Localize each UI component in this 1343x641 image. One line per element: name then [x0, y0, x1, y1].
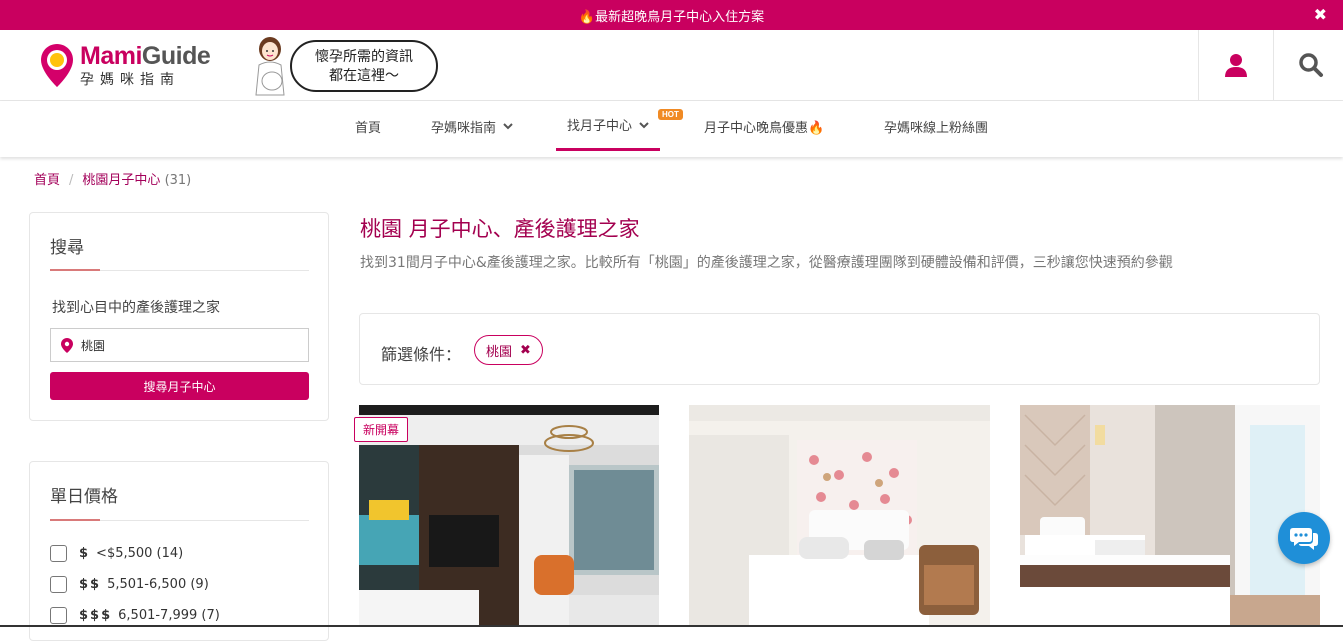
breadcrumb-home[interactable]: 首頁	[34, 173, 60, 188]
price-sign: $	[79, 546, 91, 561]
page-description: 找到31間月子中心&產後護理之家。比較所有「桃園」的產後護理之家，從醫療護理團隊…	[360, 255, 1173, 271]
user-account-button[interactable]	[1198, 30, 1273, 100]
nav-item-home[interactable]: 首頁	[355, 101, 381, 151]
filter-tag-label: 桃園	[486, 344, 513, 360]
breadcrumb: 首頁 / 桃園月子中心 (31)	[34, 169, 191, 188]
nav-item-label: 找月子中心	[567, 119, 633, 134]
breadcrumb-current[interactable]: 桃園月子中心	[82, 173, 160, 188]
price-label: 6,501-7,999 (7)	[118, 608, 220, 623]
bubble-line-1: 懷孕所需的資訊	[315, 49, 413, 65]
bubble-line-2: 都在這裡～	[329, 68, 399, 84]
map-pin-icon	[61, 337, 73, 353]
logo-brand-main: Mami	[80, 42, 142, 70]
price-label: <$5,500 (14)	[96, 546, 184, 561]
filter-box: 篩選條件： 桃園 ✖	[359, 313, 1320, 385]
close-icon[interactable]: ✖	[1314, 5, 1327, 24]
listing-card-2[interactable]	[689, 405, 990, 627]
nav-item-fan-club[interactable]: 孕媽咪線上粉絲團	[884, 101, 988, 151]
filter-label: 篩選條件：	[381, 345, 462, 364]
logo-subtitle: 孕媽咪指南	[80, 72, 180, 88]
nav-item-label: 首頁	[355, 120, 382, 136]
price-sign: $$$	[79, 608, 113, 623]
nav-item-early-bird[interactable]: 月子中心晚鳥優惠🔥	[704, 101, 824, 151]
price-sign: $$	[79, 577, 102, 592]
nav-item-label: 月子中心晚鳥優惠🔥	[704, 120, 825, 136]
user-icon	[1225, 54, 1247, 77]
logo-wordmark: MamiGuide	[80, 42, 211, 71]
page-title: 桃園 月子中心、產後護理之家	[360, 217, 640, 241]
remove-filter-icon[interactable]: ✖	[520, 343, 531, 358]
announcement-text[interactable]: 🔥最新超晚鳥月子中心入住方案	[579, 6, 764, 25]
breadcrumb-count: (31)	[164, 173, 192, 188]
site-header: MamiGuide 孕媽咪指南 懷孕所需的資訊 都在這裡～	[0, 30, 1343, 101]
nav-item-label: 孕媽咪指南	[431, 120, 497, 136]
mascot-illustration	[255, 37, 285, 96]
hot-badge: HOT	[658, 109, 683, 120]
price-filter-card: 單日價格 $ <$5,500 (14) $$ 5,501-6,500 (9) $…	[29, 461, 329, 641]
chat-bubbles-icon	[1290, 528, 1318, 550]
nav-item-label: 孕媽咪線上粉絲團	[884, 120, 989, 136]
listing-photo-2	[689, 405, 990, 627]
search-icon	[1299, 53, 1323, 77]
price-label: 5,501-6,500 (9)	[107, 577, 209, 592]
chevron-down-icon	[503, 123, 513, 130]
price-option-1[interactable]: $ <$5,500 (14)	[50, 545, 183, 562]
search-card: 搜尋 找到心目中的產後護理之家 桃園 搜尋月子中心	[29, 212, 329, 421]
nav-item-guide[interactable]: 孕媽咪指南	[431, 101, 513, 151]
logo-brand-second: Guide	[141, 42, 211, 70]
search-card-title: 搜尋	[50, 238, 84, 258]
price-checkbox[interactable]	[50, 607, 67, 624]
announcement-bar[interactable]: 🔥最新超晚鳥月子中心入住方案 ✖	[0, 0, 1343, 30]
chat-button[interactable]	[1278, 512, 1330, 564]
nav-item-find-center[interactable]: 找月子中心	[556, 101, 661, 151]
search-card-desc: 找到心目中的產後護理之家	[52, 300, 220, 316]
listing-card-3[interactable]	[1020, 405, 1320, 627]
price-option-2[interactable]: $$ 5,501-6,500 (9)	[50, 576, 209, 593]
main-nav: 首頁 孕媽咪指南 找月子中心 HOT 月子中心晚鳥優惠🔥 孕媽咪線上粉絲團	[0, 101, 1343, 157]
title-accent	[50, 269, 100, 271]
logo-pin-icon	[41, 43, 73, 87]
breadcrumb-separator: /	[69, 173, 74, 188]
search-button[interactable]	[1273, 30, 1343, 100]
price-checkbox[interactable]	[50, 576, 67, 593]
filter-tag[interactable]: 桃園 ✖	[474, 335, 543, 365]
site-logo[interactable]: MamiGuide 孕媽咪指南	[40, 42, 211, 89]
price-option-3[interactable]: $$$ 6,501-7,999 (7)	[50, 607, 220, 624]
location-input[interactable]: 桃園	[50, 328, 309, 362]
speech-bubble: 懷孕所需的資訊 都在這裡～	[290, 40, 438, 92]
price-checkbox[interactable]	[50, 545, 67, 562]
new-opening-badge: 新開幕	[354, 417, 409, 442]
chevron-down-icon	[639, 121, 649, 128]
location-value: 桃園	[81, 338, 106, 353]
price-card-title: 單日價格	[50, 487, 118, 507]
search-center-button[interactable]: 搜尋月子中心	[50, 372, 309, 400]
listing-photo-3	[1020, 405, 1320, 627]
title-accent	[50, 519, 100, 521]
